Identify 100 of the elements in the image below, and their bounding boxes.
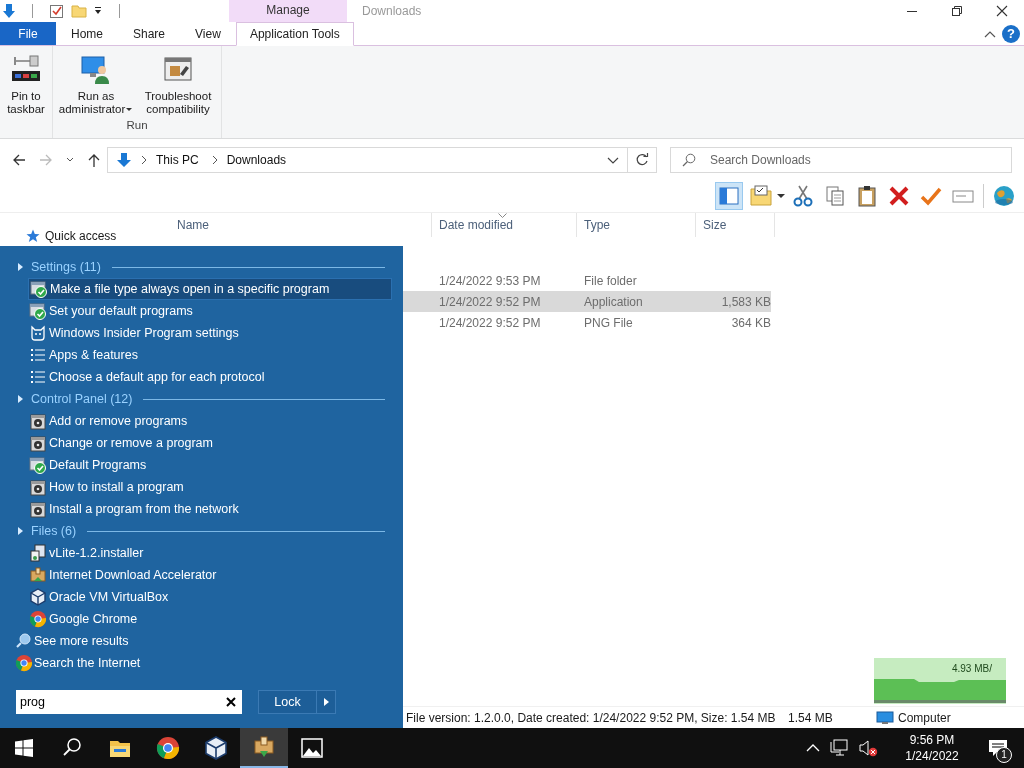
scissors-icon	[791, 184, 815, 208]
speed-reading: 4.93 MB/	[951, 663, 992, 674]
chrome-icon	[29, 610, 47, 628]
refresh-button[interactable]	[628, 147, 657, 173]
star-icon	[26, 229, 40, 243]
properties-icon[interactable]	[49, 3, 65, 19]
ribbon-tab[interactable]: Home	[56, 22, 118, 45]
type-cell-text: File folder	[583, 273, 638, 288]
notification-badge: 1	[996, 747, 1012, 763]
column-header[interactable]: Date modified	[432, 213, 577, 237]
clock[interactable]: 9:56 PM 1/24/2022	[895, 732, 969, 764]
back-icon[interactable]	[11, 152, 27, 168]
download-arrow-icon[interactable]	[2, 3, 16, 19]
window-title: Downloads	[361, 4, 423, 18]
status-text: File version: 1.2.0.0, Date created: 1/24/2022 9:52 PM, Size: 1.54 MB	[405, 710, 777, 725]
context-tab-header: Manage	[229, 0, 347, 22]
date-cell-text: 1/24/2022 9:53 PM	[438, 273, 542, 288]
search-result[interactable]: Google Chrome	[28, 608, 392, 630]
expand-arrow-icon[interactable]	[18, 263, 24, 271]
preview-pane-icon	[717, 184, 741, 208]
ribbon-tab[interactable]: Share	[118, 22, 181, 45]
search-box[interactable]: prog	[16, 690, 242, 714]
chevron-up-icon[interactable]	[806, 743, 820, 753]
close-icon	[995, 5, 1008, 17]
search-result[interactable]: Choose a default app for each protocol	[28, 366, 392, 388]
search-icon	[15, 632, 33, 650]
ribbon-button[interactable]: Pin to taskbar	[3, 50, 49, 138]
address-bar[interactable]: This PC Downloads	[107, 147, 628, 173]
search-result[interactable]: Make a file type always open in a specific program	[28, 278, 392, 300]
windows-logo-icon	[15, 739, 33, 757]
lock-button[interactable]: Lock	[259, 691, 317, 713]
column-header[interactable]: Size	[696, 213, 775, 237]
photo-icon	[300, 736, 324, 760]
search-result[interactable]: Install a program from the network	[28, 498, 392, 520]
search-result[interactable]: How to install a program	[28, 476, 392, 498]
cube-icon	[29, 588, 47, 606]
restore-icon	[951, 6, 962, 16]
search-result[interactable]: Default Programs	[28, 454, 392, 476]
type-cell-text: PNG File	[583, 315, 634, 330]
section-header[interactable]: Settings (11)	[31, 260, 101, 274]
caret-icon[interactable]	[777, 193, 785, 199]
nav-item[interactable]: Quick access	[26, 229, 117, 243]
expand-arrow-icon[interactable]	[18, 527, 24, 535]
search-link[interactable]: Search the Internet	[0, 652, 403, 674]
ribbon-tab[interactable]: Application Tools	[235, 22, 354, 46]
search-result[interactable]: Windows Insider Program settings	[28, 322, 392, 344]
chrome-icon	[15, 654, 33, 672]
help-button[interactable]: ?	[1002, 24, 1020, 43]
search-field[interactable]: Search Downloads	[670, 147, 1012, 173]
search-result[interactable]: Oracle VM VirtualBox	[28, 586, 392, 608]
search-result[interactable]: Internet Download Accelerator	[28, 564, 392, 586]
chrome-icon	[156, 736, 180, 760]
ribbon-button[interactable]: Troubleshoot compatibility	[138, 50, 218, 118]
shield-icon	[30, 280, 48, 298]
type-cell-text: Application	[583, 294, 644, 309]
list-icon	[29, 346, 47, 364]
cube-icon	[204, 736, 228, 760]
shield-icon	[29, 456, 47, 474]
breadcrumb[interactable]: This PC	[156, 153, 199, 167]
volume-muted-icon[interactable]	[858, 739, 878, 757]
package-icon	[29, 566, 47, 584]
up-icon[interactable]	[86, 152, 102, 168]
expand-arrow-icon[interactable]	[18, 395, 24, 403]
ribbon-button[interactable]: Run as administrator	[56, 50, 136, 118]
chevron-icon	[210, 155, 219, 165]
column-header[interactable]: Type	[577, 213, 696, 237]
list-icon	[29, 368, 47, 386]
package-icon	[252, 735, 276, 759]
computer-icon	[876, 710, 894, 725]
ribbon-tab[interactable]: File	[0, 22, 56, 45]
ribbon-tab[interactable]: View	[180, 22, 236, 45]
collapse-ribbon-icon[interactable]	[984, 29, 996, 38]
delete-icon	[887, 184, 911, 208]
network-icon[interactable]	[829, 739, 849, 757]
download-arrow-icon	[116, 152, 132, 168]
folder-options-icon	[749, 184, 773, 208]
arrow-right-icon	[323, 698, 329, 706]
clipboard-icon	[855, 184, 879, 208]
refresh-icon	[635, 153, 649, 167]
clear-icon[interactable]	[226, 697, 236, 707]
breadcrumb[interactable]: Downloads	[226, 153, 287, 167]
notifications-button[interactable]: 1	[978, 728, 1018, 768]
search-input[interactable]: Search Downloads	[708, 152, 1011, 168]
search-result[interactable]: Apps & features	[28, 344, 392, 366]
shield-icon	[29, 302, 47, 320]
chevron-icon	[140, 155, 148, 165]
search-result[interactable]: Change or remove a program	[28, 432, 392, 454]
search-link[interactable]: See more results	[0, 630, 403, 652]
column-header[interactable]: Name	[170, 213, 432, 237]
search-result[interactable]: vLite-1.2.installer	[28, 542, 392, 564]
group-label: Run	[125, 118, 149, 133]
size-cell-text: 364 KB	[730, 315, 772, 330]
search-input[interactable]: prog	[20, 695, 226, 709]
copy-icon	[823, 184, 847, 208]
section-header[interactable]: Control Panel (12)	[31, 392, 133, 406]
search-icon	[682, 153, 696, 167]
power-options-button[interactable]	[317, 691, 335, 713]
admin-icon	[80, 54, 112, 86]
search-result[interactable]: Add or remove programs	[28, 410, 392, 432]
section-header[interactable]: Files (6)	[31, 524, 77, 538]
